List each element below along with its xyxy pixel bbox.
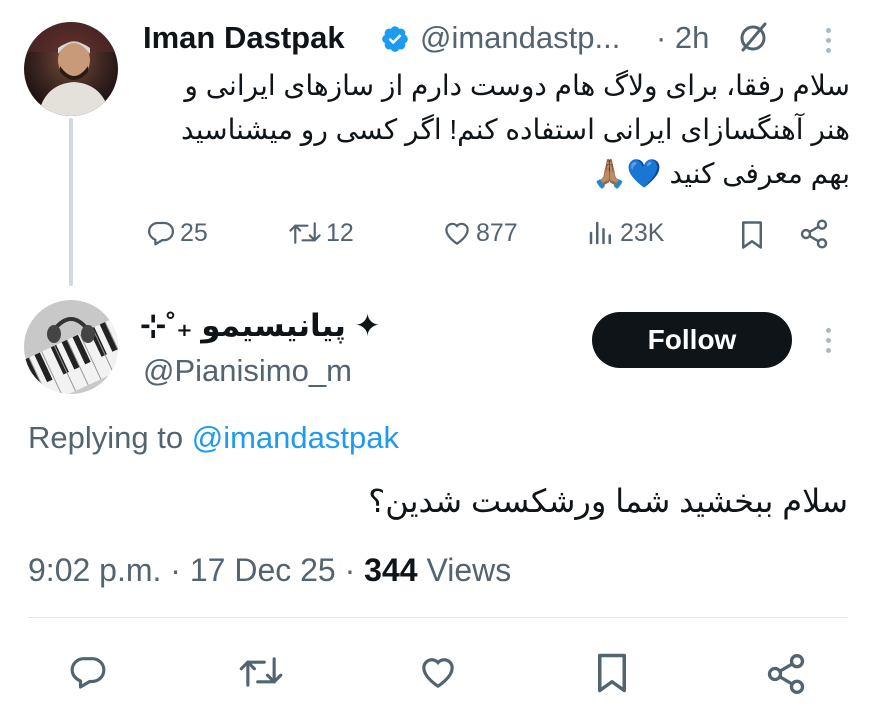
reply-button[interactable]: 25 <box>146 218 208 248</box>
reply-meta: 9:02 p.m. · 17 Dec 25 · 344 Views <box>28 552 511 589</box>
reply-author-handle[interactable]: @Pianisimo_m <box>143 353 352 389</box>
tweet-text-line-3: بهم معرفی کنید 💙🙏🏽 <box>591 158 850 189</box>
bottom-reply-button[interactable] <box>68 652 108 697</box>
share-button[interactable] <box>798 218 830 255</box>
reply-author-avatar[interactable] <box>24 300 118 394</box>
grok-icon[interactable] <box>735 20 771 61</box>
bottom-like-button[interactable] <box>418 652 458 697</box>
replying-to: Replying to @imandastpak <box>28 420 399 456</box>
reply-time[interactable]: 9:02 p.m. <box>28 552 161 588</box>
repost-button[interactable]: 12 <box>288 218 354 248</box>
bookmark-icon <box>742 221 762 249</box>
author-name[interactable]: Iman Dastpak <box>143 20 345 56</box>
tweet-text-line-1: سلام رفقا، برای ولاگ هام دوست دارم از سا… <box>184 70 850 101</box>
heart-icon <box>422 658 454 689</box>
reply-text: سلام ببخشید شما ورشکست شدین؟ <box>368 483 848 519</box>
tweet-time[interactable]: · 2h <box>656 20 709 56</box>
reply-views-count: 344 <box>364 552 418 588</box>
like-count: 877 <box>476 218 518 247</box>
bottom-share-button[interactable] <box>764 652 808 701</box>
like-button[interactable]: 877 <box>442 218 518 248</box>
bottom-repost-button[interactable] <box>238 652 284 697</box>
more-options-icon[interactable] <box>826 28 831 53</box>
reply-more-options-icon[interactable] <box>826 328 831 353</box>
replying-to-handle[interactable]: @imandastpak <box>192 420 399 455</box>
tweet-text: سلام رفقا، برای ولاگ هام دوست دارم از سا… <box>140 64 850 196</box>
reply-author-name[interactable]: ✦ پیانیسیمو ₊˚⊹ <box>140 308 381 344</box>
author-handle[interactable]: @imandastp... <box>420 20 620 56</box>
heart-icon <box>445 222 469 245</box>
thread-line <box>69 118 73 286</box>
bookmark-button[interactable] <box>738 220 766 255</box>
bookmark-icon <box>598 653 626 693</box>
verified-badge-icon <box>380 24 410 59</box>
author-avatar[interactable] <box>24 22 118 116</box>
share-icon <box>767 654 805 694</box>
reply-views-label: Views <box>426 552 512 588</box>
repost-count: 12 <box>326 218 354 247</box>
avatar-photo-icon <box>24 22 118 116</box>
share-icon <box>800 219 828 249</box>
reply-icon <box>70 657 106 689</box>
reply-count: 25 <box>180 218 208 247</box>
piano-avatar-icon <box>24 300 118 394</box>
divider <box>28 617 847 618</box>
repost-icon <box>239 657 283 687</box>
reply-date[interactable]: · 17 Dec 25 · <box>170 552 355 588</box>
follow-button[interactable]: Follow <box>592 312 792 368</box>
tweet-text-line-2: هنر آهنگسازای ایرانی استفاده کنم! اگر کس… <box>181 114 850 145</box>
reply-icon <box>148 221 174 246</box>
replying-to-label: Replying to <box>28 420 184 455</box>
view-count: 23K <box>620 218 665 247</box>
repost-icon <box>289 222 321 244</box>
analytics-icon <box>589 221 611 245</box>
bottom-bookmark-button[interactable] <box>594 652 630 699</box>
views-button[interactable]: 23K <box>586 218 664 248</box>
